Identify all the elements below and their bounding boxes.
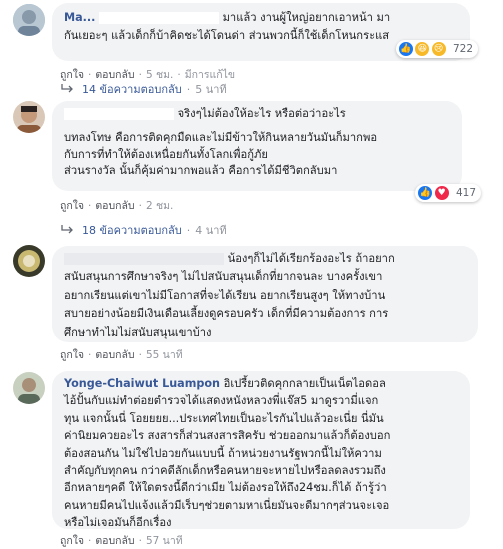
reply-count[interactable]: 18 ข้อความตอบกลับ xyxy=(82,224,182,237)
comment-text: สำคัญกับทุกคน กว่าคดีลักเด็กหรือคนหายจะห… xyxy=(64,464,386,478)
comment-text: จริงๆไม่ต้องให้อะไร หรือต่อว่าอะไร xyxy=(177,107,346,120)
avatar-image-icon xyxy=(13,4,45,36)
reply-count[interactable]: 14 ข้อความตอบกลับ xyxy=(82,83,182,96)
love-icon: ♥ xyxy=(433,185,450,201)
timestamp[interactable]: 57 นาที xyxy=(146,535,183,547)
sad-icon: 😢 xyxy=(430,41,447,57)
comment-text: อีกหลายๆคดี ให้ใดตรงนี้ดีกว่าเมีย ไม่ต้อ… xyxy=(64,481,387,495)
comment-actions: ถูกใจ · ตอบกลับ · 2 ชม. xyxy=(60,200,174,212)
like-link[interactable]: ถูกใจ xyxy=(60,200,84,212)
comment-text: ไอ้ปั้นกับแม่ทำต่อยตำรวจได้แสดงหนังหลวงพ… xyxy=(64,394,379,408)
comment-text: คนหายมีคนไปแจ้งแล้วมีเร็บๆช่วยตามหาเนี่ย… xyxy=(64,498,390,512)
comment-text: ศึกษาทำไมไม่สนับสนุนเขาบ้าง xyxy=(64,325,212,339)
reply-time: 4 นาที xyxy=(195,224,227,237)
timestamp[interactable]: 2 ชม. xyxy=(146,200,173,212)
comment-line: Yonge-Chaiwut Luampon อิเปรี้ยวติดคุกกลา… xyxy=(64,375,458,393)
comment-line: จริงๆไม่ต้องให้อะไร หรือต่อว่าอะไร xyxy=(64,105,450,123)
comment-text: ทุน แจกนั้นนี่ โอยยยย...ประเทศไทยเป็นอะไ… xyxy=(64,411,384,425)
comment-text: สบายอย่างน้อยมีเงินเดือนเลี้ยงดูครอบครัว… xyxy=(64,307,389,321)
comment-bubble: จริงๆไม่ต้องให้อะไร หรือต่อว่าอะไร บทลงโ… xyxy=(52,101,462,191)
avatar-image-icon xyxy=(13,101,45,133)
like-link[interactable]: ถูกใจ xyxy=(60,535,84,547)
avatar-image-icon xyxy=(13,245,45,277)
reaction-count: 722 xyxy=(452,43,473,55)
comment-text: หรือไม่เจอมันก็อีกเรื่อง xyxy=(64,516,172,530)
like-icon: 👍 xyxy=(417,185,434,201)
haha-icon: 😆 xyxy=(414,41,431,57)
reaction-summary[interactable]: 👍 ♥ 417 xyxy=(415,184,481,202)
reply-link[interactable]: ตอบกลับ xyxy=(95,200,134,212)
comment-text: อยากเรียนแต่เขาไม่มีโอกาสที่จะได้เรียน อ… xyxy=(64,288,386,302)
comment-text: น้องๆก็ไม่ได้เรียกร้องอะไร ถ้าอยาก xyxy=(227,252,395,265)
avatar[interactable] xyxy=(13,372,45,404)
avatar-image-icon xyxy=(13,372,45,404)
avatar[interactable] xyxy=(13,101,45,133)
view-replies[interactable]: 18 ข้อความตอบกลับ · 4 นาที xyxy=(60,221,227,239)
avatar[interactable] xyxy=(13,245,45,277)
redacted-name xyxy=(64,253,224,265)
reply-link[interactable]: ตอบกลับ xyxy=(95,535,134,547)
comment-actions: ถูกใจ · ตอบกลับ · 55 นาที xyxy=(60,349,183,361)
reply-link[interactable]: ตอบกลับ xyxy=(95,349,134,361)
comment-text: ส่วนรางวัล นั้นก็คุ้มค่ามากพอแล้ว คือการ… xyxy=(64,164,338,178)
timestamp[interactable]: 55 นาที xyxy=(146,349,183,361)
reaction-summary[interactable]: 👍 😆 😢 722 xyxy=(395,40,478,58)
comment-line: น้องๆก็ไม่ได้เรียกร้องอะไร ถ้าอยาก xyxy=(64,250,466,268)
avatar[interactable] xyxy=(13,4,45,36)
redacted-name xyxy=(99,12,219,24)
redacted-name xyxy=(64,108,174,120)
comment-text: ค่านิยมควยอะไร สงสารก็ส่วนสงสารสิครับ ช่… xyxy=(64,429,391,443)
comment-bubble: Yonge-Chaiwut Luampon อิเปรี้ยวติดคุกกลา… xyxy=(52,371,470,529)
comment-text: สนับสนุนการศึกษาจริงๆ ไม่ไปสนับสนุนเด็กท… xyxy=(64,270,383,284)
reaction-count: 417 xyxy=(455,187,476,199)
comment-text: มาแล้ว งานผู้ใหญ่อยากเอาหน้า มา xyxy=(222,11,391,24)
reply-time: 5 นาที xyxy=(195,83,227,96)
reply-arrow-icon xyxy=(60,224,74,237)
comment-actions: ถูกใจ · ตอบกลับ · 57 นาที xyxy=(60,535,183,547)
view-replies[interactable]: 14 ข้อความตอบกลับ · 5 นาที xyxy=(60,80,227,98)
comment-author[interactable]: Ma... xyxy=(64,11,95,24)
comment-author[interactable]: Yonge-Chaiwut Luampon xyxy=(64,377,220,390)
reply-arrow-icon xyxy=(60,83,74,96)
comment-line: Ma... มาแล้ว งานผู้ใหญ่อยากเอาหน้า มา xyxy=(64,9,458,27)
comment-text: อิเปรี้ยวติดคุกกลายเป็นเน็ตไอดอล xyxy=(223,377,386,390)
like-link[interactable]: ถูกใจ xyxy=(60,349,84,361)
comment-text: ต้องสอนกัน ไม่ใช่ไปอวยกันแบบนี้ ถ้าหน่วย… xyxy=(64,446,382,460)
comment-bubble: น้องๆก็ไม่ได้เรียกร้องอะไร ถ้าอยาก สนับส… xyxy=(52,246,478,342)
like-icon: 👍 xyxy=(397,41,414,57)
